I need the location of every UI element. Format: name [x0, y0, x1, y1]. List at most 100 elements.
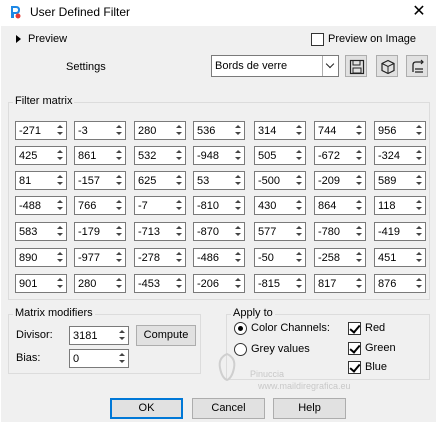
spin-up-icon[interactable]	[173, 197, 185, 205]
spin-down-icon[interactable]	[173, 131, 185, 139]
preset-dropdown[interactable]: Bords de verre	[211, 55, 339, 77]
matrix-cell-spinner[interactable]: 744	[314, 121, 366, 140]
spin-down-icon[interactable]	[113, 284, 125, 292]
spin-down-icon[interactable]	[413, 232, 425, 240]
spin-down-icon[interactable]	[113, 131, 125, 139]
blue-checkbox[interactable]	[348, 361, 361, 374]
matrix-cell-spinner[interactable]: 425	[15, 146, 67, 165]
spin-down-icon[interactable]	[54, 206, 66, 214]
spin-down-icon[interactable]	[353, 232, 365, 240]
spin-down-icon[interactable]	[293, 131, 305, 139]
spin-up-icon[interactable]	[293, 275, 305, 283]
close-button[interactable]: ✕	[407, 1, 431, 23]
spin-up-icon[interactable]	[173, 249, 185, 257]
matrix-cell-spinner[interactable]: -977	[74, 248, 126, 267]
matrix-cell-spinner[interactable]: -179	[74, 222, 126, 241]
matrix-cell-spinner[interactable]: -324	[374, 146, 426, 165]
spin-up-icon[interactable]	[54, 197, 66, 205]
matrix-cell-spinner[interactable]: 280	[134, 121, 186, 140]
spin-down-icon[interactable]	[232, 232, 244, 240]
spin-up-icon[interactable]	[353, 172, 365, 180]
spin-down-icon[interactable]	[113, 258, 125, 266]
spin-up-icon[interactable]	[413, 275, 425, 283]
spin-down-icon[interactable]	[113, 156, 125, 164]
chevron-down-icon[interactable]	[322, 56, 338, 76]
spin-up-icon[interactable]	[113, 223, 125, 231]
matrix-cell-spinner[interactable]: 817	[314, 274, 366, 293]
spin-up-icon[interactable]	[413, 122, 425, 130]
matrix-cell-spinner[interactable]: 451	[374, 248, 426, 267]
spin-up-icon[interactable]	[232, 147, 244, 155]
spin-up-icon[interactable]	[113, 172, 125, 180]
matrix-cell-spinner[interactable]: -810	[193, 196, 245, 215]
spin-up-icon[interactable]	[353, 249, 365, 257]
spin-up-icon[interactable]	[116, 350, 128, 358]
spin-up-icon[interactable]	[232, 249, 244, 257]
matrix-cell-spinner[interactable]: 876	[374, 274, 426, 293]
help-button[interactable]: Help	[273, 398, 346, 419]
save-preset-button[interactable]	[345, 55, 367, 77]
matrix-cell-spinner[interactable]: -157	[74, 171, 126, 190]
matrix-cell-spinner[interactable]: -206	[193, 274, 245, 293]
matrix-cell-spinner[interactable]: 280	[74, 274, 126, 293]
matrix-cell-spinner[interactable]: -258	[314, 248, 366, 267]
reset-preset-button[interactable]	[376, 55, 398, 77]
matrix-cell-spinner[interactable]: 505	[254, 146, 306, 165]
matrix-cell-spinner[interactable]: 577	[254, 222, 306, 241]
spin-down-icon[interactable]	[293, 206, 305, 214]
compute-button[interactable]: Compute	[136, 325, 196, 346]
color-channels-radio[interactable]	[234, 322, 247, 335]
matrix-cell-spinner[interactable]: 956	[374, 121, 426, 140]
matrix-cell-spinner[interactable]: 861	[74, 146, 126, 165]
matrix-cell-spinner[interactable]: -488	[15, 196, 67, 215]
spin-up-icon[interactable]	[54, 122, 66, 130]
spin-down-icon[interactable]	[293, 258, 305, 266]
matrix-cell-spinner[interactable]: -3	[74, 121, 126, 140]
spin-up-icon[interactable]	[54, 275, 66, 283]
spin-down-icon[interactable]	[353, 206, 365, 214]
matrix-cell-spinner[interactable]: 890	[15, 248, 67, 267]
spin-up-icon[interactable]	[232, 122, 244, 130]
spin-down-icon[interactable]	[54, 284, 66, 292]
spin-up-icon[interactable]	[353, 147, 365, 155]
spin-up-icon[interactable]	[293, 147, 305, 155]
bias-spinner[interactable]: 0	[69, 349, 129, 368]
matrix-cell-spinner[interactable]: -500	[254, 171, 306, 190]
divisor-spinner[interactable]: 3181	[69, 326, 129, 345]
spin-up-icon[interactable]	[54, 172, 66, 180]
matrix-cell-spinner[interactable]: -278	[134, 248, 186, 267]
spin-down-icon[interactable]	[113, 206, 125, 214]
spin-down-icon[interactable]	[293, 181, 305, 189]
spin-up-icon[interactable]	[413, 147, 425, 155]
matrix-cell-spinner[interactable]: -948	[193, 146, 245, 165]
spin-down-icon[interactable]	[293, 232, 305, 240]
spin-down-icon[interactable]	[54, 181, 66, 189]
spin-down-icon[interactable]	[173, 232, 185, 240]
matrix-cell-spinner[interactable]: -7	[134, 196, 186, 215]
spin-up-icon[interactable]	[173, 122, 185, 130]
spin-up-icon[interactable]	[413, 223, 425, 231]
matrix-cell-spinner[interactable]: 625	[134, 171, 186, 190]
matrix-cell-spinner[interactable]: 118	[374, 196, 426, 215]
spin-down-icon[interactable]	[413, 181, 425, 189]
spin-down-icon[interactable]	[413, 131, 425, 139]
spin-up-icon[interactable]	[353, 275, 365, 283]
spin-down-icon[interactable]	[232, 131, 244, 139]
spin-up-icon[interactable]	[173, 172, 185, 180]
matrix-cell-spinner[interactable]: 583	[15, 222, 67, 241]
spin-down-icon[interactable]	[232, 181, 244, 189]
matrix-cell-spinner[interactable]: -815	[254, 274, 306, 293]
spin-down-icon[interactable]	[54, 232, 66, 240]
spin-up-icon[interactable]	[113, 275, 125, 283]
spin-down-icon[interactable]	[173, 181, 185, 189]
spin-up-icon[interactable]	[353, 197, 365, 205]
red-checkbox[interactable]	[348, 322, 361, 335]
spin-up-icon[interactable]	[413, 197, 425, 205]
cancel-button[interactable]: Cancel	[192, 398, 265, 419]
spin-down-icon[interactable]	[113, 232, 125, 240]
matrix-cell-spinner[interactable]: 314	[254, 121, 306, 140]
ok-button[interactable]: OK	[110, 398, 183, 419]
matrix-cell-spinner[interactable]: -486	[193, 248, 245, 267]
spin-down-icon[interactable]	[54, 258, 66, 266]
preview-toggle[interactable]: Preview	[28, 33, 67, 45]
